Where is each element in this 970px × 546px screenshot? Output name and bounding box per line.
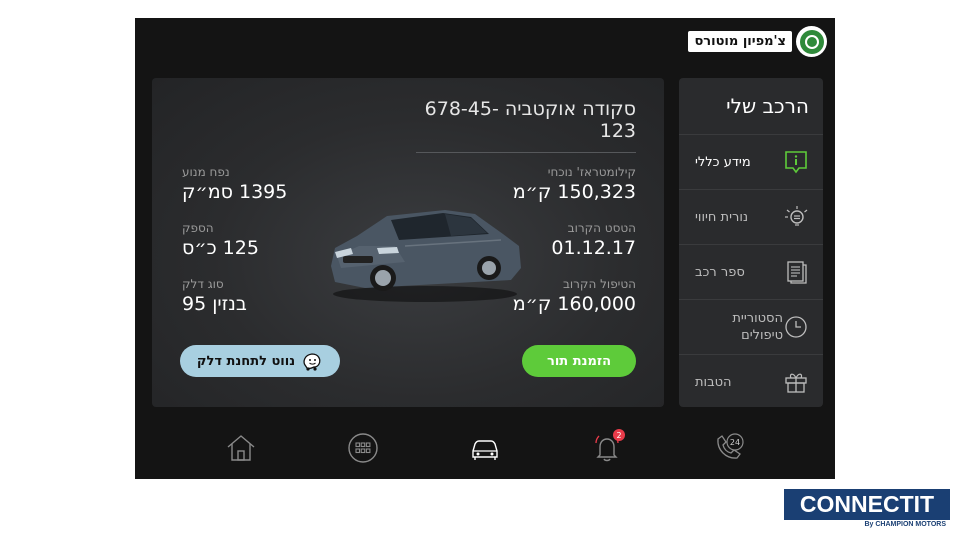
nav-support[interactable]: 24 bbox=[707, 428, 751, 468]
clock-icon bbox=[783, 314, 809, 340]
car-manual-icon bbox=[783, 259, 809, 285]
connectit-logo: CONNECTIT By CHAMPION MOTORS bbox=[784, 489, 950, 529]
stat-value: בנזין 95 bbox=[182, 293, 247, 315]
stat-fuel-type: סוג דלק בנזין 95 bbox=[182, 277, 247, 315]
stat-next-test: הטסט הקרוב 01.12.17 bbox=[551, 221, 636, 259]
navigate-gas-station-button[interactable]: נווט לתחנת דלק bbox=[180, 345, 340, 377]
car-icon bbox=[472, 440, 498, 460]
car-info-panel: סקודה אוקטביה 678-45-123 קילומטראז' נוכח… bbox=[152, 78, 664, 407]
sidebar-item-label: ספר רכב bbox=[695, 264, 745, 280]
skoda-logo-icon bbox=[796, 26, 827, 57]
stat-horsepower: הספק 125 כ״ס bbox=[182, 221, 259, 259]
stat-value: 160,000 ק״מ bbox=[512, 293, 636, 315]
sidebar-item-service-history[interactable]: הסטוריית טיפולים bbox=[679, 299, 823, 354]
sidebar-item-label: נורית חיווי bbox=[695, 209, 749, 225]
stat-mileage: קילומטראז' נוכחי 150,323 ק״מ bbox=[513, 165, 636, 203]
sidebar-item-label: מידע כללי bbox=[695, 154, 751, 170]
connectit-name: CONNECTIT bbox=[784, 489, 950, 520]
sidebar-item-benefits[interactable]: הטבות bbox=[679, 354, 823, 409]
stat-label: קילומטראז' נוכחי bbox=[547, 165, 636, 179]
nav-notifications[interactable]: 2 bbox=[585, 428, 629, 468]
stat-next-service: הטיפול הקרוב 160,000 ק״מ bbox=[513, 277, 636, 315]
bottom-nav: 2 24 bbox=[135, 423, 835, 473]
sidebar-item-label: הטבות bbox=[695, 374, 732, 390]
top-bar: צ'מפיון מוטורס bbox=[135, 18, 835, 66]
stat-value: 125 כ״ס bbox=[182, 237, 259, 259]
stat-label: נפח מנוע bbox=[182, 165, 230, 179]
car-image bbox=[331, 210, 521, 302]
notification-badge: 2 bbox=[613, 429, 625, 441]
sidebar-item-general-info[interactable]: מידע כללי bbox=[679, 134, 823, 189]
app-screen: צ'מפיון מוטורס הרכב שלי מידע כללי נורית … bbox=[135, 18, 835, 479]
support-24-icon: 24 bbox=[717, 433, 744, 459]
sidebar: הרכב שלי מידע כללי נורית חיווי ספר רכב ה… bbox=[679, 78, 823, 407]
gift-icon bbox=[783, 369, 809, 395]
connectit-byline: By CHAMPION MOTORS bbox=[864, 521, 946, 528]
nav-home[interactable] bbox=[219, 428, 263, 468]
stat-label: הטיפול הקרוב bbox=[562, 277, 636, 291]
sidebar-title: הרכב שלי bbox=[726, 94, 809, 118]
stat-value: 01.12.17 bbox=[551, 237, 636, 259]
info-icon bbox=[783, 149, 809, 175]
waze-button-label: נווט לתחנת דלק bbox=[196, 353, 296, 369]
stat-label: הטסט הקרוב bbox=[567, 221, 636, 235]
nav-car[interactable] bbox=[463, 428, 507, 468]
stat-label: סוג דלק bbox=[182, 277, 224, 291]
car-title: סקודה אוקטביה 678-45-123 bbox=[416, 98, 636, 153]
home-icon bbox=[227, 435, 255, 461]
support-24-label: 24 bbox=[730, 438, 740, 447]
warning-light-icon bbox=[783, 204, 809, 230]
stat-value: 150,323 ק״מ bbox=[512, 181, 636, 203]
brand-name: צ'מפיון מוטורס bbox=[688, 31, 792, 52]
nav-apps[interactable] bbox=[341, 428, 385, 468]
stage: צ'מפיון מוטורס הרכב שלי מידע כללי נורית … bbox=[0, 0, 970, 546]
brand: צ'מפיון מוטורס bbox=[688, 26, 827, 57]
sidebar-list: מידע כללי נורית חיווי ספר רכב הסטוריית ט… bbox=[679, 134, 823, 409]
sidebar-item-warning-light[interactable]: נורית חיווי bbox=[679, 189, 823, 244]
book-appointment-button[interactable]: הזמנת תור bbox=[522, 345, 636, 377]
apps-grid-icon bbox=[348, 433, 378, 463]
stat-value: 1395 סמ״ק bbox=[182, 181, 288, 203]
stat-engine-volume: נפח מנוע 1395 סמ״ק bbox=[182, 165, 287, 203]
waze-icon bbox=[303, 353, 321, 371]
sidebar-item-car-manual[interactable]: ספר רכב bbox=[679, 244, 823, 299]
stat-label: הספק bbox=[182, 221, 214, 235]
sidebar-item-label: הסטוריית טיפולים bbox=[732, 311, 783, 343]
